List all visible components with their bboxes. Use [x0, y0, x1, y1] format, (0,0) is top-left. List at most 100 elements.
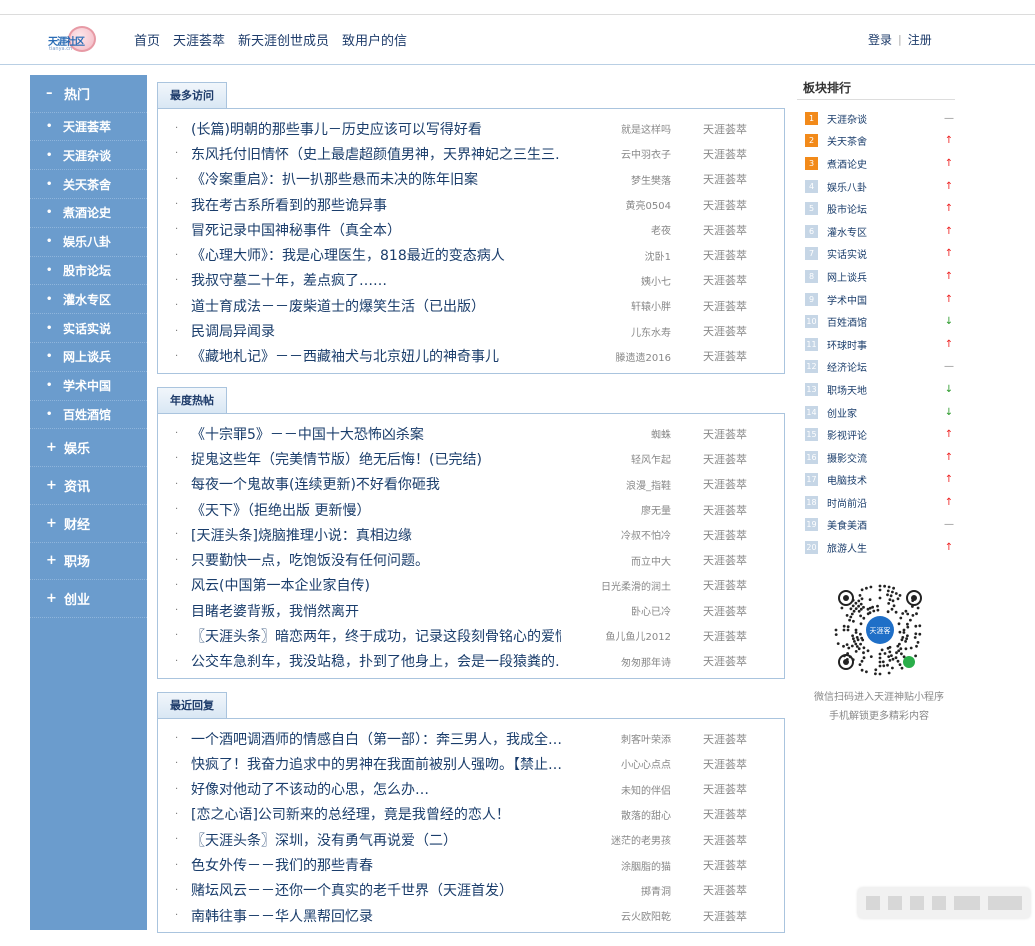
sidebar-item[interactable]: • 煮酒论史 [30, 199, 147, 228]
post-board[interactable]: 天涯荟萃 [671, 731, 747, 747]
toolbar-icon[interactable] [988, 896, 1022, 910]
toolbar-icon[interactable] [910, 896, 924, 910]
post-title[interactable]: 我在考古系所看到的那些诡异事 [177, 195, 561, 215]
post-board[interactable]: 天涯荟萃 [671, 882, 747, 898]
ranking-item[interactable]: 10 百姓酒馆 ↓ [797, 310, 955, 333]
post-board[interactable]: 天涯荟萃 [671, 197, 747, 213]
post-title[interactable]: 赌坛风云－－还你一个真实的老千世界（天涯首发） [177, 880, 561, 900]
floating-toolbar[interactable] [858, 888, 1030, 918]
nav-founders[interactable]: 新天涯创世成员 [238, 30, 329, 49]
sidebar-item[interactable]: • 网上谈兵 [30, 343, 147, 372]
post-author[interactable]: 未知的伴侣 [561, 782, 671, 797]
post-board[interactable]: 天涯荟萃 [671, 121, 747, 137]
post-author[interactable]: 散落的甜心 [561, 807, 671, 822]
site-logo[interactable]: 天涯社区 tianya.cn [46, 24, 98, 54]
post-title[interactable]: 《十宗罪5》－－中国十大恐怖凶杀案 [177, 424, 561, 444]
post-author[interactable]: 掷青洞 [561, 883, 671, 898]
post-title[interactable]: 风云(中国第一本企业家自传) [177, 575, 561, 595]
ranking-item[interactable]: 8 网上谈兵 ↑ [797, 265, 955, 288]
post-author[interactable]: 浪漫_指鞋 [561, 477, 671, 492]
post-title[interactable]: [恋之心语]公司新来的总经理，竟是我曾经的恋人！ [177, 804, 561, 824]
post-title[interactable]: 色女外传－－我们的那些青春 [177, 855, 561, 875]
post-board[interactable]: 天涯荟萃 [671, 857, 747, 873]
post-board[interactable]: 天涯荟萃 [671, 272, 747, 288]
post-board[interactable]: 天涯荟萃 [671, 451, 747, 467]
post-title[interactable]: 〖天涯头条〗暗恋两年，终于成功，记录这段刻骨铭心的爱情 [177, 626, 561, 646]
post-author[interactable]: 小心心点点 [561, 756, 671, 771]
sidebar-group[interactable]: + 创业 [30, 580, 147, 618]
post-board[interactable]: 天涯荟萃 [671, 628, 747, 644]
sidebar-item[interactable]: • 关天茶舍 [30, 170, 147, 200]
post-board[interactable]: 天涯荟萃 [671, 756, 747, 772]
post-author[interactable]: 云中羽衣子 [561, 146, 671, 161]
post-author[interactable]: 轩辕小胖 [561, 298, 671, 313]
post-title[interactable]: 《天下》（拒绝出版 更新慢） [177, 500, 561, 520]
post-author[interactable]: 就是这样吗 [561, 121, 671, 136]
post-board[interactable]: 天涯荟萃 [671, 552, 747, 568]
ranking-item[interactable]: 5 股市论坛 ↑ [797, 197, 955, 220]
ranking-item[interactable]: 1 天涯杂谈 — [797, 107, 955, 130]
sidebar-item[interactable]: • 股市论坛 [30, 257, 147, 286]
post-board[interactable]: 天涯荟萃 [671, 502, 747, 518]
sidebar-item[interactable]: • 百姓酒馆 [30, 401, 147, 430]
post-author[interactable]: 老夜 [561, 222, 671, 237]
post-title[interactable]: 捉鬼这些年（完美情节版）绝无后悔！(已完结) [177, 449, 561, 469]
post-title[interactable]: 我叔守墓二十年，差点疯了…… [177, 270, 561, 290]
sidebar-item[interactable]: • 娱乐八卦 [30, 228, 147, 257]
post-board[interactable]: 天涯荟萃 [671, 323, 747, 339]
ranking-item[interactable]: 16 摄影交流 ↑ [797, 446, 955, 469]
ranking-item[interactable]: 7 实话实说 ↑ [797, 243, 955, 266]
sidebar-group[interactable]: + 娱乐 [30, 429, 147, 468]
ranking-item[interactable]: 9 学术中国 ↑ [797, 288, 955, 311]
ranking-item[interactable]: 6 灌水专区 ↑ [797, 220, 955, 243]
sidebar-item[interactable]: • 实话实说 [30, 314, 147, 344]
sidebar-item[interactable]: • 学术中国 [30, 372, 147, 401]
post-title[interactable]: (长篇)明朝的那些事儿－历史应该可以写得好看 [177, 119, 561, 139]
post-board[interactable]: 天涯荟萃 [671, 247, 747, 263]
post-author[interactable]: 卧心已冷 [561, 603, 671, 618]
post-board[interactable]: 天涯荟萃 [671, 653, 747, 669]
nav-tianya-huicui[interactable]: 天涯荟萃 [173, 30, 225, 49]
post-title[interactable]: 南韩往事－－华人黑帮回忆录 [177, 906, 561, 926]
post-author[interactable]: 儿东水寿 [561, 324, 671, 339]
post-author[interactable]: 云火欧阳乾 [561, 908, 671, 923]
ranking-item[interactable]: 12 经济论坛 — [797, 356, 955, 379]
post-title[interactable]: 冒死记录中国神秘事件（真全本） [177, 220, 561, 240]
toolbar-icon[interactable] [932, 896, 946, 910]
sidebar-group[interactable]: + 财经 [30, 505, 147, 543]
post-board[interactable]: 天涯荟萃 [671, 806, 747, 822]
post-title[interactable]: [天涯头条]烧脑推理小说：真相边缘 [177, 525, 561, 545]
post-title[interactable]: 好像对他动了不该动的心思，怎么办… [177, 779, 561, 799]
post-author[interactable]: 日光柔滑的润土 [561, 578, 671, 593]
sidebar-group[interactable]: + 职场 [30, 543, 147, 581]
post-title[interactable]: 公交车急刹车，我没站稳，扑到了他身上，会是一段猿粪的… [177, 651, 561, 671]
post-title[interactable]: 民调局异闻录 [177, 321, 561, 341]
post-board[interactable]: 天涯荟萃 [671, 426, 747, 442]
ranking-item[interactable]: 11 环球时事 ↑ [797, 333, 955, 356]
post-board[interactable]: 天涯荟萃 [671, 603, 747, 619]
post-author[interactable]: 涂胭脂的猫 [561, 858, 671, 873]
post-author[interactable]: 黄亮0504 [561, 197, 671, 212]
sidebar-item[interactable]: • 灌水专区 [30, 285, 147, 315]
post-author[interactable]: 廖无量 [561, 502, 671, 517]
post-board[interactable]: 天涯荟萃 [671, 527, 747, 543]
ranking-item[interactable]: 2 关天茶舍 ↑ [797, 130, 955, 153]
post-title[interactable]: 快疯了！我奋力追求中的男神在我面前被别人强吻。【禁止… [177, 754, 561, 774]
post-author[interactable]: 迷茫的老男孩 [561, 832, 671, 847]
post-author[interactable]: 而立中大 [561, 553, 671, 568]
ranking-item[interactable]: 13 职场天地 ↓ [797, 378, 955, 401]
post-title[interactable]: 〖天涯头条〗深圳，没有勇气再说爱（二） [177, 830, 561, 850]
ranking-item[interactable]: 4 娱乐八卦 ↑ [797, 175, 955, 198]
post-board[interactable]: 天涯荟萃 [671, 832, 747, 848]
post-board[interactable]: 天涯荟萃 [671, 577, 747, 593]
post-author[interactable]: 冷叔不怕冷 [561, 527, 671, 542]
post-author[interactable]: 匆匆那年诗 [561, 654, 671, 669]
register-link[interactable]: 注册 [908, 31, 932, 48]
post-title[interactable]: 东风托付旧情怀（史上最虐超颜值男神，天界神妃之三生三… [177, 144, 561, 164]
post-author[interactable]: 轻风乍起 [561, 451, 671, 466]
post-board[interactable]: 天涯荟萃 [671, 781, 747, 797]
sidebar-item[interactable]: • 天涯杂谈 [30, 141, 147, 171]
post-author[interactable]: 刺客叶荣添 [561, 731, 671, 746]
post-board[interactable]: 天涯荟萃 [671, 298, 747, 314]
post-title[interactable]: 《冷案重启》：扒一扒那些悬而未决的陈年旧案 [177, 169, 561, 189]
